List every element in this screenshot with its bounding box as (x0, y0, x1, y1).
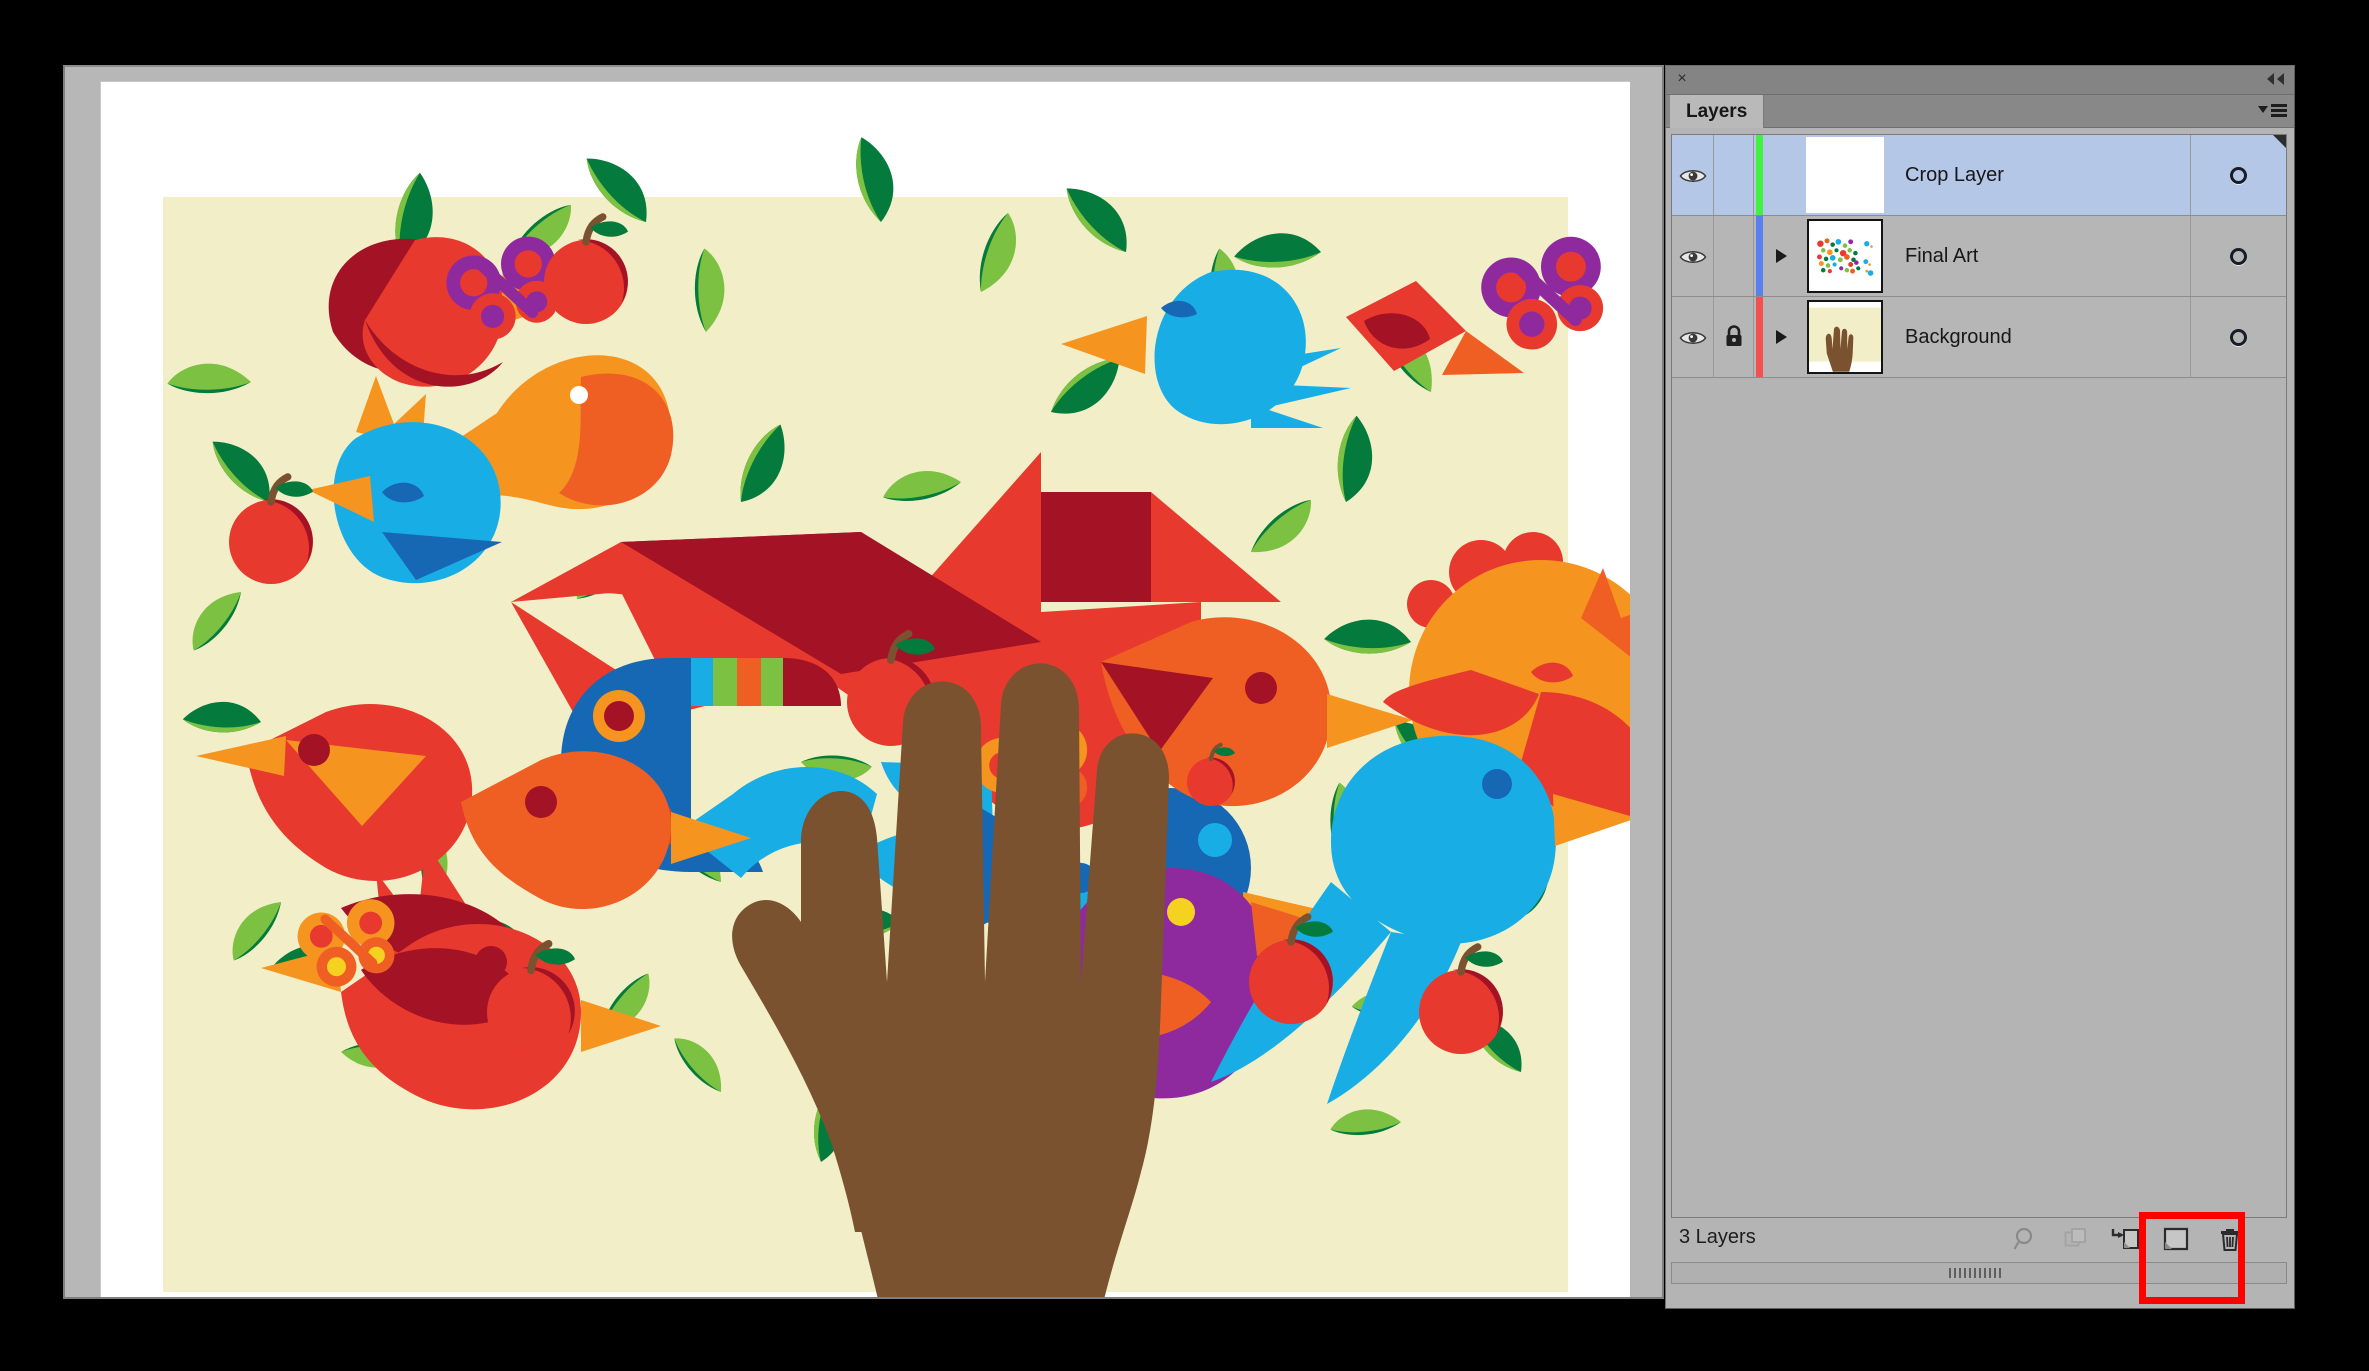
layer-lock-toggle[interactable] (1714, 216, 1754, 296)
layers-panel-footer: 3 Layers (1671, 1218, 2287, 1260)
layer-name[interactable]: Background (1891, 297, 2190, 377)
new-sublayer-icon (2111, 1229, 2139, 1249)
grip-lines-icon (1949, 1268, 2001, 1278)
document-window (63, 65, 1664, 1299)
layer-visibility-toggle[interactable] (1672, 297, 1714, 377)
layer-target-indicator[interactable] (2190, 135, 2286, 215)
layer-disclosure-toggle[interactable] (1764, 216, 1799, 296)
locate-object-button[interactable] (2007, 1222, 2045, 1256)
layers-panel: × Layers Crop Layer Final Art Background… (1665, 65, 2295, 1309)
layer-thumbnail[interactable] (1799, 297, 1891, 377)
panel-title-bar: × (1666, 66, 2294, 95)
thumbnail-art (1809, 302, 1881, 372)
eye-visibility-icon (1679, 169, 1706, 182)
layer-row[interactable]: Final Art (1672, 216, 2286, 297)
artwork-illustration (163, 137, 1630, 1297)
layer-color-indicator (1754, 216, 1764, 296)
close-icon[interactable]: × (1673, 70, 1691, 88)
panel-resize-strip[interactable] (1671, 1262, 2287, 1284)
layer-target-indicator[interactable] (2190, 297, 2286, 377)
layer-count-label: 3 Layers (1679, 1226, 1756, 1248)
artboard[interactable] (100, 81, 1630, 1297)
tab-layers[interactable]: Layers (1670, 95, 1765, 128)
eye-visibility-icon (1679, 250, 1706, 263)
hand-background-thumbnail (1807, 300, 1883, 374)
bird-pattern-thumbnail (1807, 219, 1883, 293)
create-new-sublayer-button[interactable] (2107, 1222, 2145, 1256)
layer-visibility-toggle[interactable] (1672, 135, 1714, 215)
new-layer-icon (2163, 1227, 2189, 1251)
layer-lock-toggle[interactable] (1714, 135, 1754, 215)
trash-icon (2221, 1229, 2239, 1251)
layer-target-indicator[interactable] (2190, 216, 2286, 296)
panel-tab-bar: Layers (1666, 95, 2294, 128)
layers-list[interactable]: Crop Layer Final Art Background (1671, 134, 2287, 1218)
create-new-layer-button[interactable] (2157, 1222, 2195, 1256)
disclosure-triangle-icon (1776, 330, 1787, 344)
make-sublayer-button[interactable] (2057, 1222, 2095, 1256)
artwork-canvas[interactable] (163, 137, 1630, 1297)
layer-thumbnail[interactable] (1799, 216, 1891, 296)
screenshot-root: × Layers Crop Layer Final Art Background… (0, 0, 2369, 1371)
layer-visibility-toggle[interactable] (1672, 216, 1714, 296)
magnifier-icon (2013, 1227, 2033, 1250)
collapse-panel-icon[interactable] (2264, 71, 2286, 89)
eye-visibility-icon (1679, 331, 1706, 344)
layer-color-indicator (1754, 297, 1764, 377)
lock-icon (1726, 325, 1741, 346)
layer-color-indicator (1754, 135, 1764, 215)
panel-menu-icon[interactable] (2258, 102, 2288, 121)
target-circle-icon[interactable] (2230, 247, 2247, 265)
disclosure-triangle-icon (1776, 249, 1787, 263)
overlapping-squares-icon (2064, 1228, 2086, 1247)
layer-disclosure-toggle[interactable] (1764, 135, 1799, 215)
hamburger-menu-icon (2258, 104, 2287, 117)
layer-lock-toggle[interactable] (1714, 297, 1754, 377)
delete-selection-button[interactable] (2211, 1222, 2249, 1256)
layer-name[interactable]: Crop Layer (1891, 135, 2190, 215)
layer-row[interactable]: Background (1672, 297, 2286, 378)
panel-corner-fold-icon (2273, 135, 2286, 148)
layer-name[interactable]: Final Art (1891, 216, 2190, 296)
target-circle-icon[interactable] (2230, 166, 2247, 184)
layer-disclosure-toggle[interactable] (1764, 297, 1799, 377)
blank-white-thumbnail (1806, 137, 1884, 213)
target-circle-icon[interactable] (2230, 328, 2247, 346)
layer-row[interactable]: Crop Layer (1672, 135, 2286, 216)
double-chevron-left-icon (2267, 73, 2284, 85)
thumbnail-art (1809, 221, 1881, 291)
layer-thumbnail[interactable] (1799, 135, 1891, 215)
